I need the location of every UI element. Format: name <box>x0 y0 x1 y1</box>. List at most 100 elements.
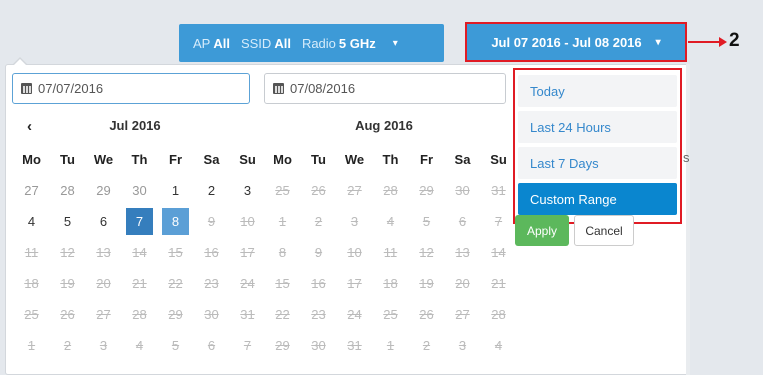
day-cell: 7 <box>243 338 252 353</box>
day-cell: 1 <box>386 338 395 353</box>
day-cell: 31 <box>347 338 362 353</box>
day-cell: 4 <box>386 214 395 229</box>
day-cell: 20 <box>455 276 470 291</box>
start-date-value: 07/07/2016 <box>38 81 104 96</box>
day-cell: 26 <box>419 307 434 322</box>
day-cell[interactable]: 3 <box>234 177 261 204</box>
day-cell: 28 <box>491 307 506 322</box>
day-cell: 28 <box>383 183 398 198</box>
end-date-value: 07/08/2016 <box>290 81 356 96</box>
day-cell[interactable]: 28 <box>54 177 81 204</box>
caret-down-icon: ▾ <box>392 37 398 49</box>
left-calendar-grid: Mo Tu We Th Fr Sa Su 27 28 29 30 1 2 3 4 5 6 7 8 9 10 11 12 13 1… <box>18 144 270 361</box>
day-cell: 12 <box>60 245 75 260</box>
day-cell: 13 <box>455 245 470 260</box>
day-cell: 27 <box>347 183 362 198</box>
weekday-header: We <box>344 152 365 167</box>
caret-down-icon: ▾ <box>655 36 661 48</box>
day-cell[interactable]: 30 <box>126 177 153 204</box>
day-cell: 7 <box>494 214 503 229</box>
day-cell[interactable]: 27 <box>18 177 45 204</box>
network-filter-button[interactable]: AP All SSID All Radio 5 GHz ▾ <box>179 24 444 62</box>
cancel-button[interactable]: Cancel <box>574 215 634 246</box>
range-list: Today Last 24 Hours Last 7 Days Custom R… <box>513 68 682 224</box>
radio-label: Radio <box>301 35 336 51</box>
day-cell: 10 <box>240 214 255 229</box>
day-cell: 18 <box>24 276 39 291</box>
radio-value: 5 GHz <box>338 35 376 51</box>
left-month-title: Jul 2016 <box>109 118 161 133</box>
day-cell: 23 <box>204 276 219 291</box>
day-cell: 23 <box>311 307 326 322</box>
day-cell: 4 <box>135 338 144 353</box>
callout-arrow-line <box>688 41 722 43</box>
day-cell: 9 <box>207 214 216 229</box>
right-month-title: Aug 2016 <box>355 118 413 133</box>
calendar-icon <box>21 83 32 94</box>
day-cell: 11 <box>24 245 39 260</box>
ssid-label: SSID <box>240 35 272 51</box>
start-date-input[interactable]: 07/07/2016 <box>12 73 250 104</box>
day-cell: 25 <box>275 183 290 198</box>
day-cell: 25 <box>383 307 398 322</box>
range-custom[interactable]: Custom Range <box>518 183 677 215</box>
day-cell: 11 <box>383 245 398 260</box>
day-cell: 17 <box>347 276 362 291</box>
day-cell[interactable]: 8 <box>162 208 189 235</box>
day-cell[interactable]: 6 <box>90 208 117 235</box>
day-cell: 22 <box>168 276 183 291</box>
day-cell: 24 <box>347 307 362 322</box>
ssid-value: All <box>274 35 291 51</box>
day-cell: 8 <box>278 245 287 260</box>
day-cell[interactable]: 29 <box>90 177 117 204</box>
day-cell: 17 <box>240 245 255 260</box>
day-cell: 31 <box>491 183 506 198</box>
day-cell: 22 <box>275 307 290 322</box>
page-background-right <box>690 64 763 375</box>
day-cell: 3 <box>99 338 108 353</box>
day-cell: 24 <box>240 276 255 291</box>
apply-button[interactable]: Apply <box>515 215 569 246</box>
range-last-24-hours[interactable]: Last 24 Hours <box>518 111 677 143</box>
day-cell: 27 <box>96 307 111 322</box>
day-cell: 19 <box>419 276 434 291</box>
day-cell: 30 <box>204 307 219 322</box>
day-cell: 29 <box>275 338 290 353</box>
day-cell: 16 <box>204 245 219 260</box>
day-cell[interactable]: 7 <box>126 208 153 235</box>
weekday-header: Fr <box>420 152 433 167</box>
range-today[interactable]: Today <box>518 75 677 107</box>
day-cell: 2 <box>314 214 323 229</box>
day-cell[interactable]: 1 <box>162 177 189 204</box>
weekday-header: Su <box>490 152 507 167</box>
day-cell: 31 <box>240 307 255 322</box>
weekday-header: Th <box>131 152 148 167</box>
range-last-7-days[interactable]: Last 7 Days <box>518 147 677 179</box>
day-cell: 29 <box>419 183 434 198</box>
day-cell[interactable]: 4 <box>18 208 45 235</box>
callout-arrow-icon <box>719 37 727 47</box>
day-cell: 1 <box>278 214 287 229</box>
day-cell: 20 <box>96 276 111 291</box>
day-cell: 6 <box>458 214 467 229</box>
day-cell: 29 <box>168 307 183 322</box>
date-range-label: Jul 07 2016 - Jul 08 2016 <box>491 34 642 50</box>
prev-month-icon[interactable]: ‹ <box>27 118 32 135</box>
weekday-header: Fr <box>169 152 182 167</box>
day-cell[interactable]: 5 <box>54 208 81 235</box>
right-calendar-grid: Mo Tu We Th Fr Sa Su 25 26 27 28 29 30 31 1 2 3 4 5 6 7 8 9 10 1… <box>269 144 521 361</box>
day-cell: 21 <box>491 276 506 291</box>
day-cell: 10 <box>347 245 362 260</box>
day-cell: 5 <box>422 214 431 229</box>
calendar-icon <box>273 83 284 94</box>
day-cell: 15 <box>275 276 290 291</box>
day-cell[interactable]: 2 <box>198 177 225 204</box>
day-cell: 21 <box>132 276 147 291</box>
day-cell: 30 <box>311 338 326 353</box>
partial-background-text: s <box>683 150 690 165</box>
ap-label: AP <box>193 35 211 51</box>
date-range-button[interactable]: Jul 07 2016 - Jul 08 2016 ▾ <box>465 22 687 62</box>
day-cell: 26 <box>311 183 326 198</box>
end-date-input[interactable]: 07/08/2016 <box>264 73 506 104</box>
day-cell: 18 <box>383 276 398 291</box>
